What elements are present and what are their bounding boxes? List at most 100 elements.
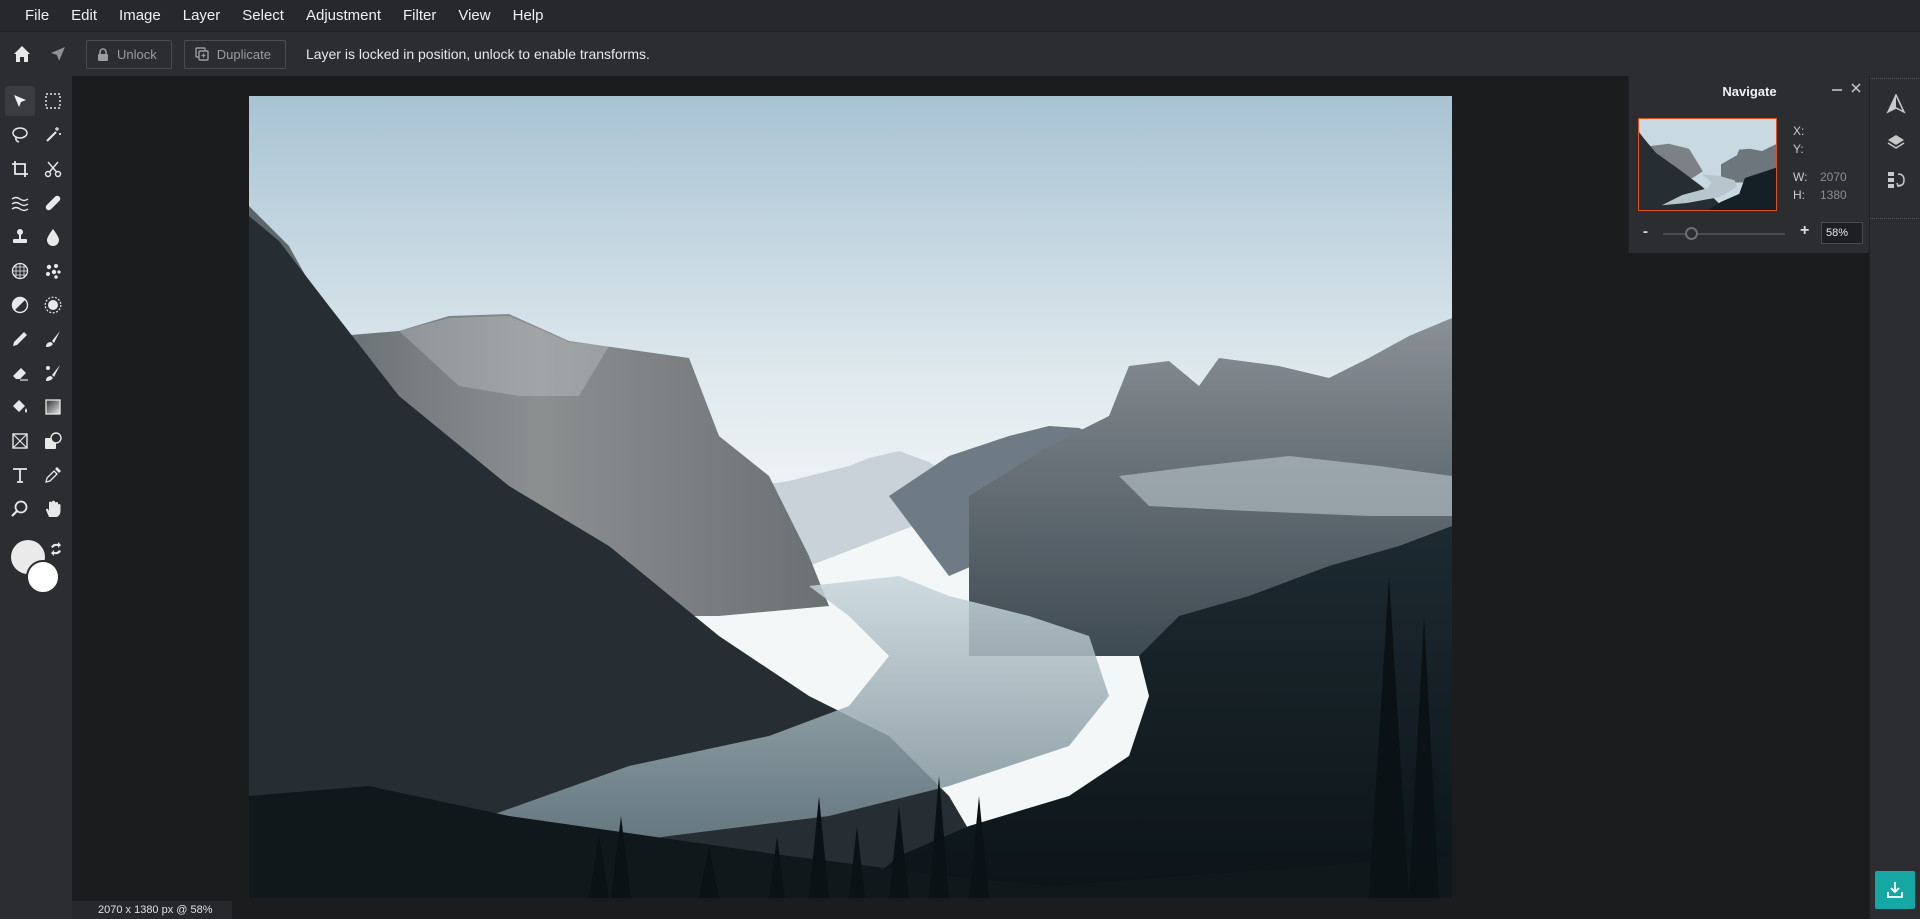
stamp-icon bbox=[13, 229, 27, 243]
burn-tool[interactable] bbox=[38, 290, 68, 320]
close-icon[interactable] bbox=[1850, 81, 1862, 98]
paint-bucket-tool[interactable] bbox=[5, 392, 35, 422]
menu-image[interactable]: Image bbox=[108, 0, 172, 31]
layers-icon[interactable] bbox=[1884, 130, 1908, 154]
color-replace-tool[interactable] bbox=[38, 358, 68, 388]
layer-lock-message: Layer is locked in position, unlock to e… bbox=[305, 46, 650, 62]
panel-grip-bottom[interactable] bbox=[1870, 218, 1920, 226]
height-value: 1380 bbox=[1820, 188, 1847, 202]
brush-icon bbox=[46, 331, 60, 347]
cut-tool[interactable] bbox=[38, 154, 68, 184]
navigate-icon[interactable] bbox=[1884, 92, 1908, 116]
marquee-icon bbox=[45, 93, 61, 109]
width-value: 2070 bbox=[1820, 170, 1847, 184]
sponge-tool[interactable] bbox=[5, 256, 35, 286]
contrast-icon bbox=[11, 296, 29, 314]
eyedropper-tool[interactable] bbox=[38, 460, 68, 490]
magnifier-icon bbox=[11, 500, 28, 517]
crop-icon bbox=[12, 161, 28, 177]
eyedropper-icon bbox=[45, 467, 61, 483]
zoom-in-button[interactable]: + bbox=[1800, 222, 1809, 240]
y-label: Y: bbox=[1793, 142, 1804, 156]
gradient-tool[interactable] bbox=[38, 392, 68, 422]
history-icon[interactable] bbox=[1884, 168, 1908, 192]
background-color-swatch[interactable] bbox=[26, 560, 60, 594]
duplicate-icon bbox=[195, 47, 209, 61]
menu-file[interactable]: File bbox=[14, 0, 60, 31]
hand-icon bbox=[46, 500, 61, 517]
bandage-icon bbox=[45, 195, 61, 211]
canvas-image[interactable] bbox=[249, 96, 1452, 898]
clone-stamp-tool[interactable] bbox=[5, 222, 35, 252]
zoom-tool[interactable] bbox=[5, 494, 35, 524]
options-toolbar: Unlock Duplicate Layer is locked in posi… bbox=[0, 31, 1920, 76]
shape-tool[interactable] bbox=[5, 426, 35, 456]
lasso-icon bbox=[12, 127, 28, 143]
status-bar: 2070 x 1380 px @ 58% bbox=[72, 901, 232, 919]
menu-help[interactable]: Help bbox=[502, 0, 555, 31]
minimize-icon[interactable] bbox=[1831, 82, 1843, 98]
burst-icon bbox=[44, 296, 62, 314]
hand-tool[interactable] bbox=[38, 494, 68, 524]
menu-filter[interactable]: Filter bbox=[392, 0, 447, 31]
pencil-icon bbox=[13, 332, 27, 346]
zoom-slider-handle[interactable] bbox=[1685, 227, 1698, 240]
drop-icon bbox=[47, 229, 59, 246]
magic-wand-tool[interactable] bbox=[38, 120, 68, 150]
menu-adjustment[interactable]: Adjustment bbox=[295, 0, 392, 31]
lasso-tool[interactable] bbox=[5, 120, 35, 150]
dots-icon bbox=[46, 264, 61, 279]
zoom-input[interactable]: 58% bbox=[1821, 222, 1863, 244]
gradient-icon bbox=[45, 399, 61, 415]
download-icon bbox=[1887, 882, 1903, 898]
brush-tool[interactable] bbox=[38, 324, 68, 354]
panel-grip[interactable] bbox=[1870, 78, 1920, 86]
paint-bucket-icon bbox=[13, 400, 27, 413]
move-tool-icon bbox=[14, 95, 26, 107]
liquify-icon bbox=[11, 196, 29, 212]
globe-grid-icon bbox=[11, 262, 29, 280]
w-label: W: bbox=[1793, 170, 1808, 184]
text-icon bbox=[13, 468, 27, 483]
eraser-tool[interactable] bbox=[5, 358, 35, 388]
zoom-slider[interactable] bbox=[1663, 233, 1785, 235]
duplicate-label: Duplicate bbox=[216, 46, 271, 62]
marquee-tool[interactable] bbox=[38, 86, 68, 116]
pattern-tool[interactable] bbox=[38, 256, 68, 286]
lock-icon bbox=[98, 47, 108, 61]
menu-view[interactable]: View bbox=[447, 0, 501, 31]
duplicate-button[interactable]: Duplicate bbox=[183, 39, 286, 69]
magic-wand-icon bbox=[46, 127, 61, 142]
frame-icon bbox=[12, 433, 28, 449]
move-arrow-icon[interactable] bbox=[42, 38, 74, 70]
menu-layer[interactable]: Layer bbox=[172, 0, 232, 31]
menu-edit[interactable]: Edit bbox=[60, 0, 108, 31]
text-tool[interactable] bbox=[5, 460, 35, 490]
blur-tool[interactable] bbox=[38, 222, 68, 252]
unlock-label: Unlock bbox=[117, 46, 157, 62]
pencil-tool[interactable] bbox=[5, 324, 35, 354]
move-tool[interactable] bbox=[5, 86, 35, 116]
swap-colors-icon[interactable] bbox=[48, 541, 64, 562]
x-label: X: bbox=[1793, 124, 1805, 138]
tools-panel bbox=[0, 76, 72, 919]
home-icon[interactable] bbox=[6, 38, 38, 70]
unlock-button[interactable]: Unlock bbox=[86, 39, 172, 69]
crop-tool[interactable] bbox=[5, 154, 35, 184]
navigator-thumbnail[interactable] bbox=[1638, 118, 1777, 211]
menu-bar: File Edit Image Layer Select Adjustment … bbox=[0, 0, 1920, 31]
right-panel-bar bbox=[1869, 76, 1920, 919]
color-replace-icon bbox=[46, 365, 60, 381]
export-button[interactable] bbox=[1875, 871, 1915, 909]
navigate-panel: Navigate X: Y: W: 2070 H: 1380 - + 58% bbox=[1628, 76, 1869, 253]
liquify-tool[interactable] bbox=[5, 188, 35, 218]
drawing-tool[interactable] bbox=[38, 426, 68, 456]
zoom-out-button[interactable]: - bbox=[1643, 223, 1648, 240]
h-label: H: bbox=[1793, 188, 1805, 202]
heal-tool[interactable] bbox=[38, 188, 68, 218]
shapes-icon bbox=[45, 432, 62, 449]
menu-select[interactable]: Select bbox=[231, 0, 295, 31]
eraser-icon bbox=[13, 368, 28, 381]
scissors-icon bbox=[44, 161, 62, 178]
dodge-tool[interactable] bbox=[5, 290, 35, 320]
